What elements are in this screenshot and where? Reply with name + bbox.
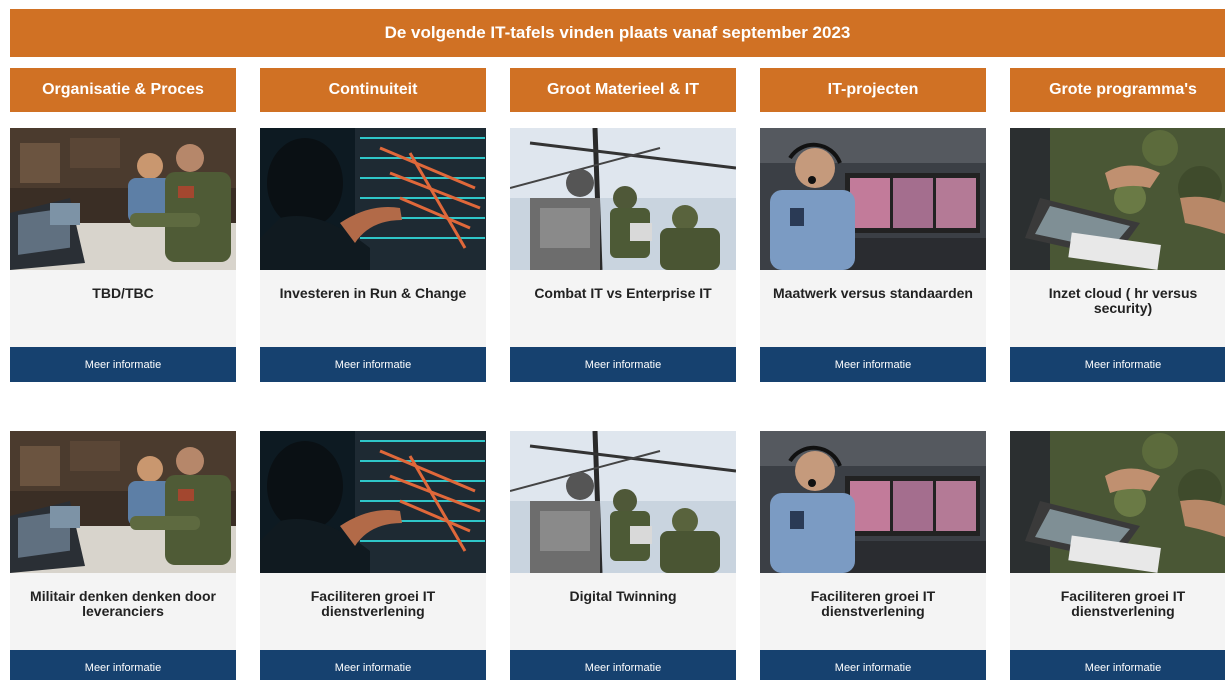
- column-header: Organisatie & Proces: [10, 68, 236, 112]
- column-header: Grote programma's: [1010, 68, 1225, 112]
- card-title: Investeren in Run & Change: [260, 270, 486, 347]
- card-title: Faciliteren groei IT dienstverlening: [1010, 573, 1225, 650]
- meer-informatie-button[interactable]: Meer informatie: [510, 347, 736, 382]
- column-header: Continuiteit: [260, 68, 486, 112]
- card-title: Inzet cloud ( hr versus security): [1010, 270, 1225, 347]
- soldiers-antenna-mast-photo: [510, 431, 736, 573]
- card-title: Combat IT vs Enterprise IT: [510, 270, 736, 347]
- meer-informatie-button[interactable]: Meer informatie: [260, 347, 486, 382]
- datacenter-cabling-photo: [260, 431, 486, 573]
- meer-informatie-button[interactable]: Meer informatie: [10, 347, 236, 382]
- meer-informatie-button[interactable]: Meer informatie: [760, 347, 986, 382]
- card-title: Militair denken denken door leveranciers: [10, 573, 236, 650]
- datacenter-cabling-photo: [260, 128, 486, 270]
- card-title: Digital Twinning: [510, 573, 736, 650]
- meer-informatie-button[interactable]: Meer informatie: [510, 650, 736, 680]
- card-title: Faciliteren groei IT dienstverlening: [260, 573, 486, 650]
- soldier-rugged-laptop-photo: [1010, 431, 1225, 573]
- soldiers-antenna-mast-photo: [510, 128, 736, 270]
- meer-informatie-button[interactable]: Meer informatie: [1010, 650, 1225, 680]
- operator-headset-console-photo: [760, 128, 986, 270]
- column-header: Groot Materieel & IT: [510, 68, 736, 112]
- page-banner: De volgende IT-tafels vinden plaats vana…: [10, 9, 1225, 57]
- operator-headset-console-photo: [760, 431, 986, 573]
- card-title: Maatwerk versus standaarden: [760, 270, 986, 347]
- column-header: IT-projecten: [760, 68, 986, 112]
- server-room-technicians-photo: [10, 128, 236, 270]
- meer-informatie-button[interactable]: Meer informatie: [760, 650, 986, 680]
- meer-informatie-button[interactable]: Meer informatie: [1010, 347, 1225, 382]
- card-title: Faciliteren groei IT dienstverlening: [760, 573, 986, 650]
- meer-informatie-button[interactable]: Meer informatie: [260, 650, 486, 680]
- card-title: TBD/TBC: [10, 270, 236, 347]
- server-room-technicians-photo: [10, 431, 236, 573]
- meer-informatie-button[interactable]: Meer informatie: [10, 650, 236, 680]
- soldier-rugged-laptop-photo: [1010, 128, 1225, 270]
